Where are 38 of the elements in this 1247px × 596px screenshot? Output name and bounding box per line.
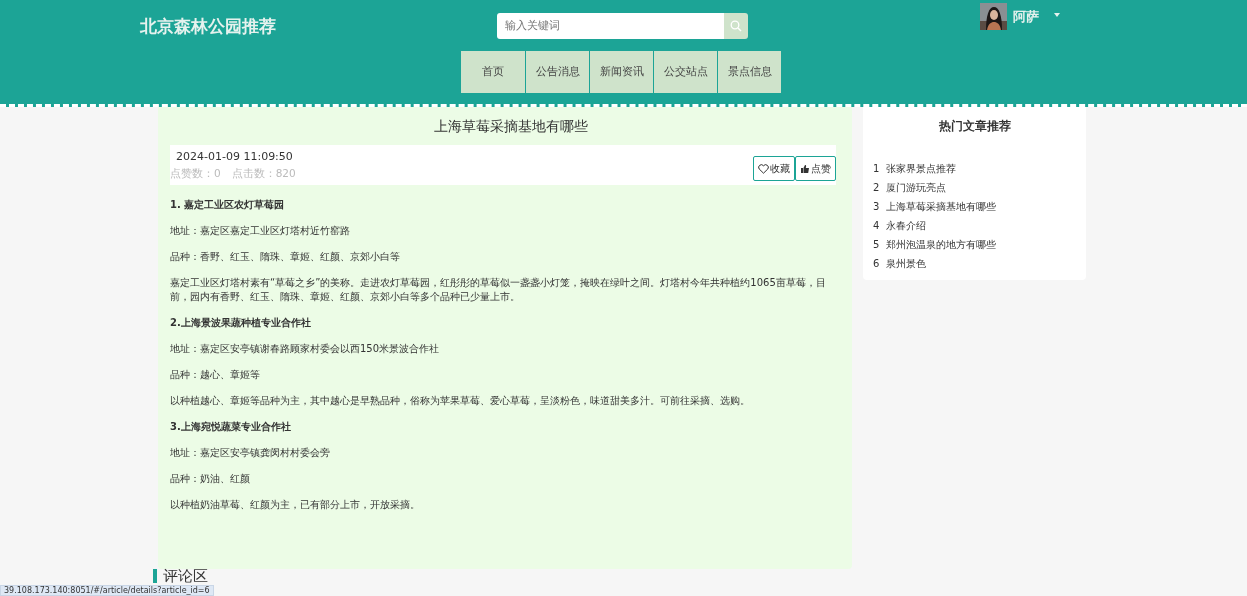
article-title: 上海草莓采摘基地有哪些	[433, 117, 589, 136]
paragraph: 地址：嘉定区安亭镇龚闵村村委会旁	[170, 446, 331, 460]
thumb-icon	[800, 163, 810, 174]
paragraph: 品种：越心、章姬等	[170, 368, 261, 382]
article-link[interactable]: 6 泉州景色	[873, 254, 1076, 273]
article-link[interactable]: 5 郑州泡温泉的地方有哪些	[873, 235, 1076, 254]
status-bar-url: 39.108.173.140:8051/#/article/details?article_id=6	[0, 585, 214, 596]
nav-tab[interactable]: 首页	[461, 51, 525, 93]
nav-tab[interactable]: 公交站点	[654, 51, 717, 93]
article-stats: 点赞数：0 点击数：820	[170, 165, 296, 181]
search-icon	[730, 20, 742, 32]
heading-bar	[153, 569, 157, 584]
paragraph: 品种：奶油、红颜	[170, 472, 251, 486]
favorite-button[interactable]: 收藏	[753, 156, 795, 181]
paragraph: 地址：嘉定区安亭镇谢春路顾家村委会以西150米景波合作社	[170, 342, 441, 356]
nav-tab[interactable]: 景点信息	[718, 51, 781, 93]
nav-tab[interactable]: 新闻资讯	[590, 51, 653, 93]
caret-icon[interactable]	[1054, 13, 1060, 17]
search-field[interactable]: 输入关键词	[497, 13, 724, 39]
paragraph: 以种植奶油草莓、红颜为主，已有部分上市，开放采摘。	[170, 498, 421, 512]
paragraph: 嘉定工业区灯塔村素有“草莓之乡”的美称。走进农灯草莓园，红彤彤的草莓似一盏盏小灯笼，掩映在绿叶之间。灯塔村今年共种植约1065亩草莓，目前，园内有香野、红玉、隋珠、章姬、红颜、京郊小白等多个品种已少量上市。	[170, 276, 827, 304]
heart-icon	[758, 163, 769, 174]
like-button[interactable]: 点赞	[795, 156, 836, 181]
article-link[interactable]: 3 上海草莓采摘基地有哪些	[873, 197, 1076, 216]
paragraph: 品种：香野、红玉、隋珠、章姬、红颜、京郊小白等	[170, 250, 401, 264]
article-link[interactable]: 2 厦门游玩亮点	[873, 178, 1076, 197]
section-heading: 1. 嘉定工业区农灯草莓园	[170, 198, 286, 212]
paragraph: 地址：嘉定区嘉定工业区灯塔村近竹窑路	[170, 224, 351, 238]
sidebar-title: 热门文章推荐	[937, 118, 1012, 135]
comments-heading: 评论区	[163, 566, 208, 586]
section-heading: 2.上海景波果蔬种植专业合作社	[170, 316, 312, 330]
article-date: 2024-01-09 11:09:50	[176, 149, 294, 165]
paragraph: 以种植越心、章姬等品种为主，其中越心是早熟品种，俗称为苹果草莓、爱心草莓，呈淡粉色，味道甜美多汁。可前往采摘、选购。	[170, 394, 751, 408]
article-link[interactable]: 1 张家界景点推荐	[873, 159, 1076, 178]
section-heading: 3.上海宛悦蔬菜专业合作社	[170, 420, 292, 434]
article-link[interactable]: 4 永春介绍	[873, 216, 1076, 235]
nav-tab[interactable]: 公告消息	[526, 51, 589, 93]
site-title: 北京森林公园推荐	[140, 15, 276, 38]
